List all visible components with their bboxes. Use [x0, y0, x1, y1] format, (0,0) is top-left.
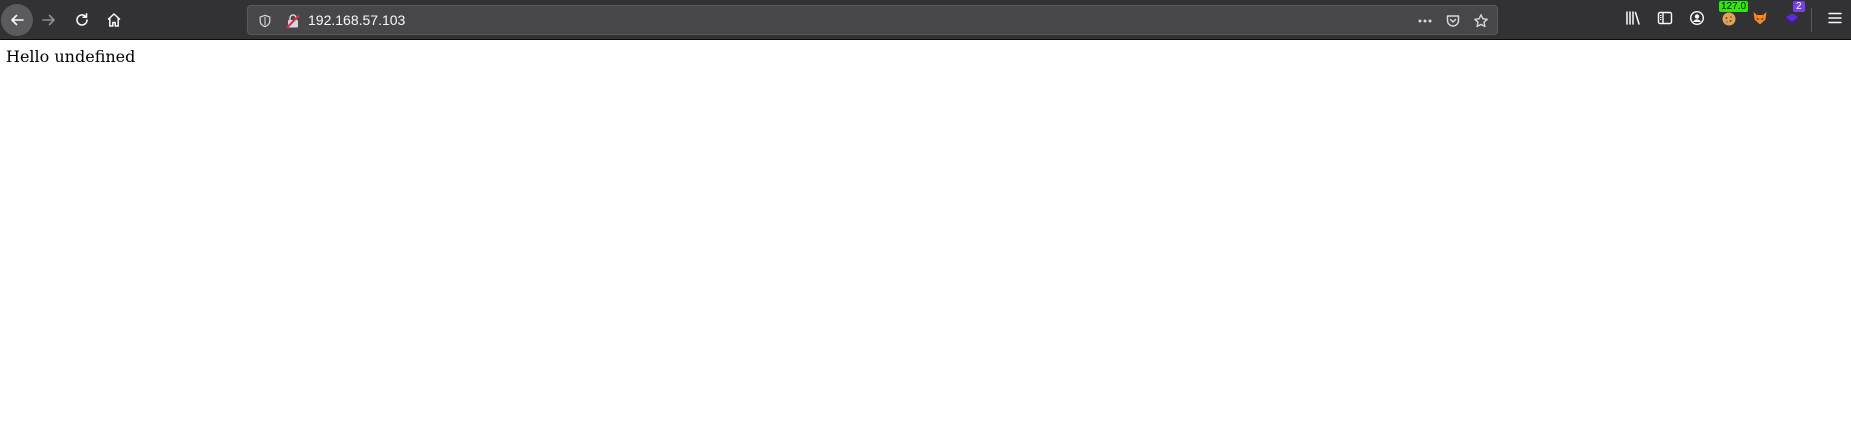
reload-button[interactable]	[66, 4, 98, 36]
forward-button[interactable]	[33, 4, 65, 36]
hamburger-menu-icon	[1827, 10, 1843, 30]
arrow-right-icon	[41, 12, 57, 28]
cookie-extension-icon	[1720, 9, 1738, 31]
puzzle-extension-icon	[1783, 9, 1801, 31]
pocket-icon[interactable]	[1441, 10, 1465, 32]
home-button[interactable]	[98, 4, 130, 36]
sidebar-button[interactable]	[1649, 4, 1681, 36]
fox-extension-button[interactable]	[1744, 4, 1776, 36]
bookmark-star-icon[interactable]	[1469, 10, 1493, 32]
url-text[interactable]: 192.168.57.103	[308, 6, 405, 34]
page-text: Hello undefined	[6, 47, 136, 66]
url-bar[interactable]: 192.168.57.103	[247, 5, 1498, 35]
shield-icon[interactable]	[254, 10, 276, 32]
account-icon	[1689, 10, 1705, 30]
fox-extension-icon	[1751, 9, 1769, 31]
more-icon[interactable]	[1413, 10, 1437, 32]
arrow-left-icon	[9, 12, 25, 28]
menu-button[interactable]	[1819, 4, 1851, 36]
page-content: Hello undefined	[0, 41, 1851, 436]
reload-icon	[74, 12, 90, 28]
back-button[interactable]	[1, 4, 33, 36]
sidebar-icon	[1657, 10, 1673, 30]
library-button[interactable]	[1617, 4, 1649, 36]
toolbar-divider	[1811, 8, 1812, 32]
library-icon	[1625, 10, 1641, 30]
browser-toolbar: 192.168.57.103 127.0 2	[0, 0, 1851, 40]
extension-badge: 2	[1793, 1, 1805, 12]
home-icon	[106, 12, 122, 28]
account-button[interactable]	[1681, 4, 1713, 36]
insecure-lock-icon[interactable]	[282, 10, 304, 32]
